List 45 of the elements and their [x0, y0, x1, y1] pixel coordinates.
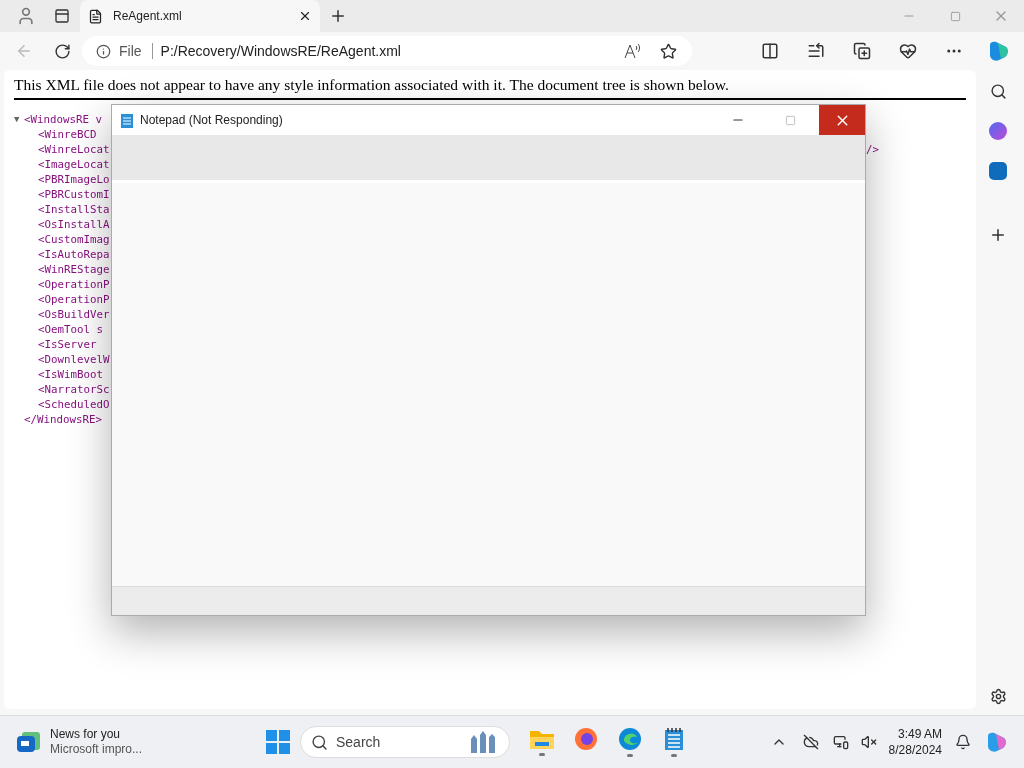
xml-tag: <IsWimBoot [38, 367, 103, 382]
close-icon[interactable] [298, 9, 312, 23]
notice-text: This XML file does not appear to have any style information associated with it. The document tree is shown below. [14, 76, 966, 100]
news-title: News for you [50, 727, 122, 742]
xml-tag-end: /> [866, 142, 879, 157]
url-text: P:/Recovery/WindowsRE/ReAgent.xml [160, 43, 401, 59]
xml-tag: <PBRImageLo [38, 172, 110, 187]
search-icon [311, 733, 328, 751]
file-icon [88, 8, 103, 24]
xml-tag: <ScheduledO [38, 397, 110, 412]
maximize-icon [784, 114, 796, 126]
xml-tag: <ImageLocat [38, 157, 110, 172]
collapse-toggle[interactable]: ▼ [14, 112, 24, 127]
browser-icon [618, 727, 642, 751]
xml-tag: <DownlevelW [38, 352, 110, 367]
info-icon [96, 43, 111, 59]
news-widget[interactable]: News for you Microsoft impro... [16, 727, 256, 757]
xml-tag: <WindowsRE v [24, 112, 102, 127]
address-bar[interactable]: File P:/Recovery/WindowsRE/ReAgent.xml [82, 36, 692, 66]
search-box[interactable]: Search [300, 726, 510, 758]
xml-tag: <OemTool s [38, 322, 103, 337]
xml-tag: <NarratorSc [38, 382, 110, 397]
news-subtitle: Microsoft impro... [50, 742, 142, 757]
folder-icon [529, 728, 555, 750]
xml-tag: <InstallSta [38, 202, 110, 217]
clock[interactable]: 3:49 AM 8/28/2024 [888, 726, 942, 758]
notepad-icon [120, 112, 134, 128]
xml-tag: <IsServer [38, 337, 97, 352]
browser-tab[interactable]: ReAgent.xml [80, 0, 320, 32]
browser-icon [574, 727, 598, 751]
news-icon [16, 730, 42, 754]
xml-tag: <PBRCustomI [38, 187, 110, 202]
window-title: Notepad (Not Responding) [140, 113, 284, 127]
xml-tag: <CustomImag [38, 232, 110, 247]
xml-tag: <OperationP [38, 292, 110, 307]
xml-tag: <WinreLocat [38, 142, 110, 157]
notepad-icon [664, 727, 684, 751]
xml-tag: <WinreBCD [38, 127, 97, 142]
xml-tag: <IsAutoRepa [38, 247, 110, 262]
xml-tag: <OperationP [38, 277, 110, 292]
xml-tag: <OsInstallA [38, 217, 110, 232]
xml-tag: </WindowsRE> [24, 412, 102, 427]
scheme-label: File [119, 43, 153, 59]
xml-tag: <OsBuildVer [38, 307, 110, 322]
xml-tag: <WinREStage [38, 262, 110, 277]
